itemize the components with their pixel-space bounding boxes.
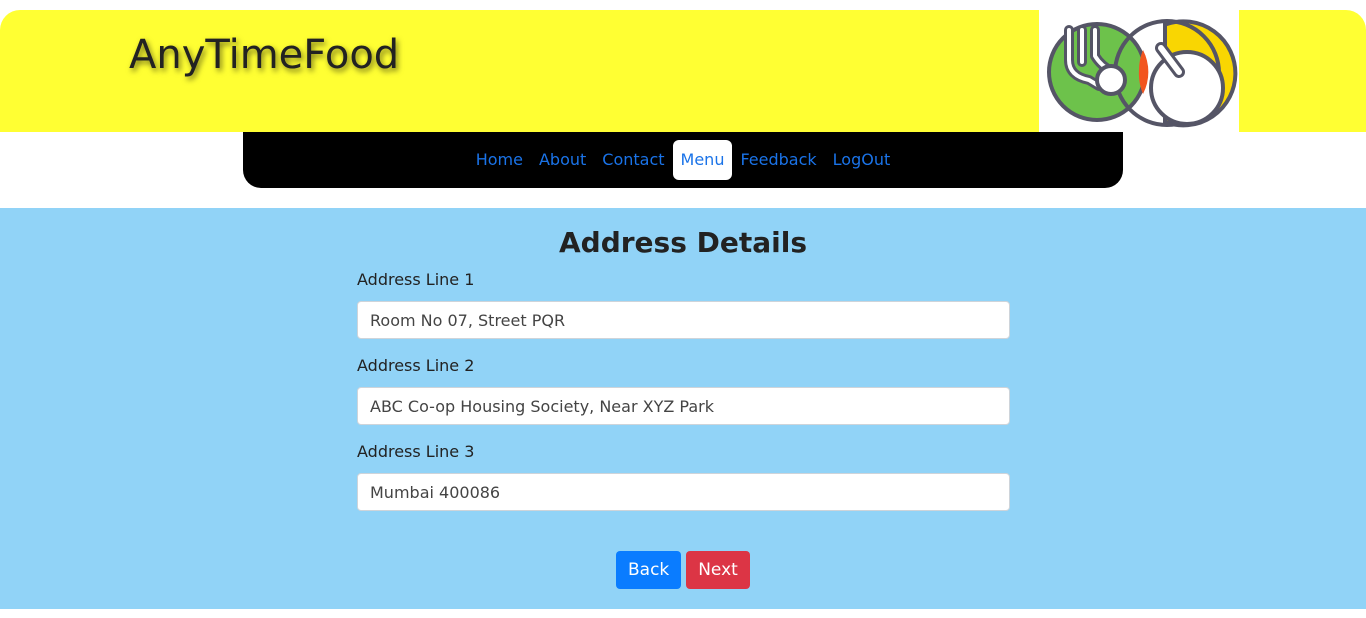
main-nav: Home About Contact Menu Feedback LogOut [243,132,1123,188]
nav-logout[interactable]: LogOut [825,140,899,180]
address-line-1-label: Address Line 1 [357,270,475,289]
nav-contact[interactable]: Contact [594,140,672,180]
address-line-3-label: Address Line 3 [357,442,475,461]
page-title: Address Details [558,226,807,259]
address-line-2-input[interactable] [357,387,1010,425]
address-line-2-label: Address Line 2 [357,356,475,375]
fork-plate-logo-icon [1039,10,1239,132]
site-header: AnyTimeFood [0,10,1366,132]
brand-title: AnyTimeFood [129,32,400,78]
back-button[interactable]: Back [616,551,681,589]
address-form-section: Address Details Address Line 1 Address L… [0,208,1366,609]
nav-menu[interactable]: Menu [672,140,733,180]
nav-about[interactable]: About [531,140,594,180]
nav-feedback[interactable]: Feedback [732,140,824,180]
next-button[interactable]: Next [686,551,750,589]
address-line-1-input[interactable] [357,301,1010,339]
nav-home[interactable]: Home [468,140,531,180]
address-line-3-input[interactable] [357,473,1010,511]
